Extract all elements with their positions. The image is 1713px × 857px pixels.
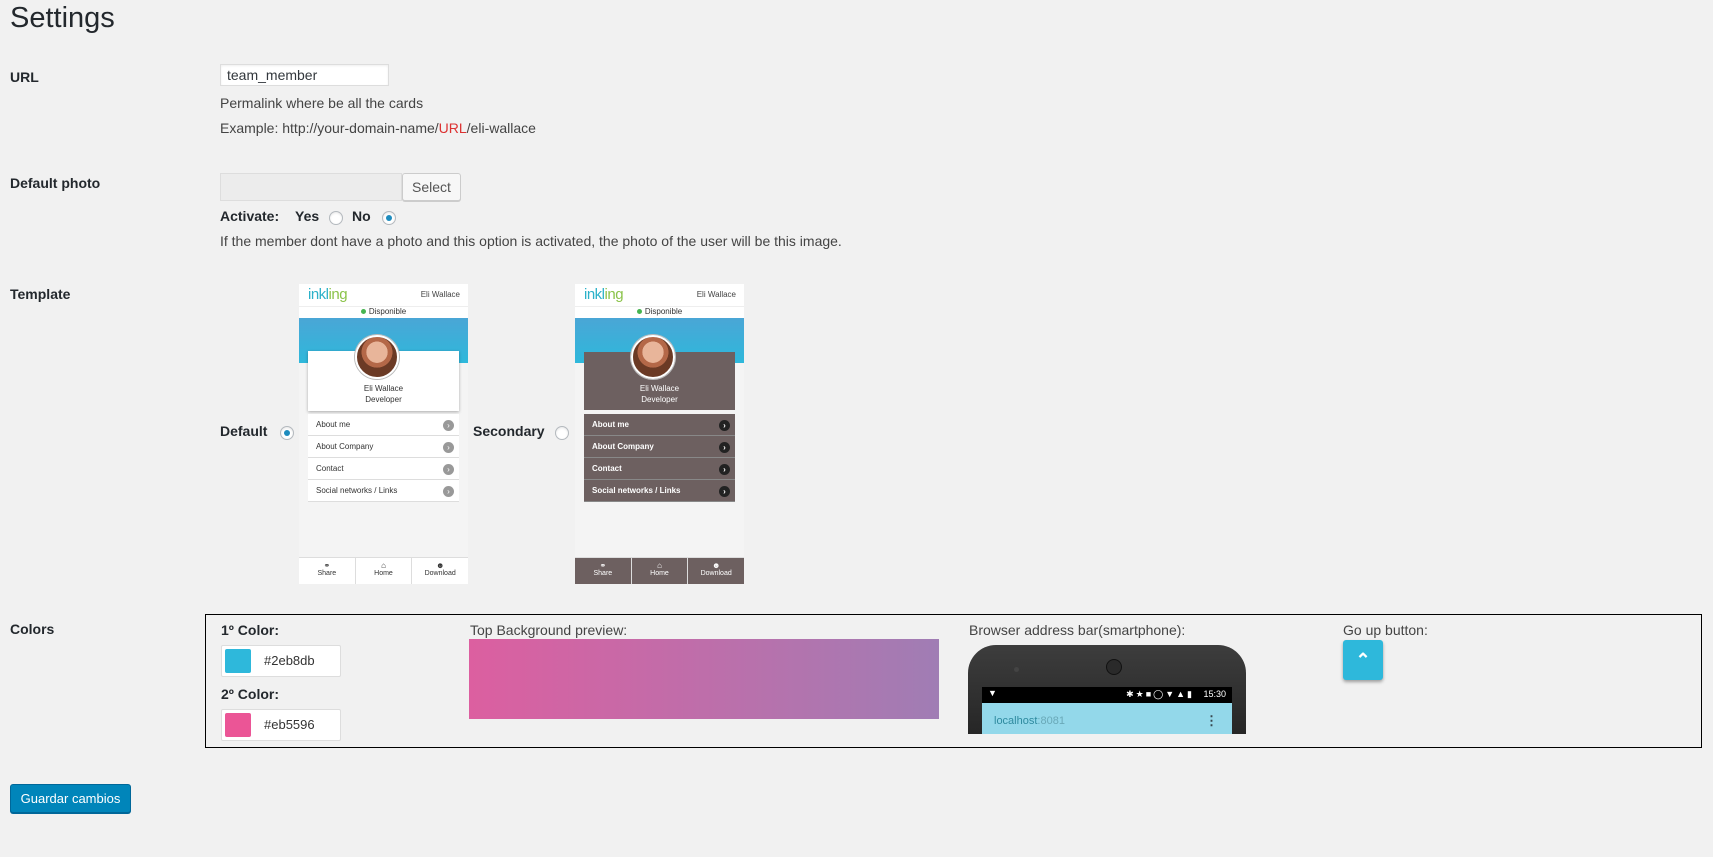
- color1-value: #2eb8db: [264, 653, 315, 668]
- template-secondary-radio[interactable]: [555, 426, 569, 440]
- user-plus-icon: ☻: [435, 561, 445, 570]
- preview-menu: About me › About Company › Contact › Social…: [584, 414, 735, 502]
- preview-header: inkling Eli Wallace: [575, 284, 744, 306]
- status-dot-icon: [636, 309, 642, 315]
- chevron-right-icon: ›: [719, 464, 730, 475]
- smartphone-preview: ▼ ✱★■◯▼▲▮ 15:30 localhost:8081 ⋮: [968, 645, 1246, 734]
- list-item: Social networks / Links ›: [584, 480, 735, 502]
- color2-swatch[interactable]: [225, 713, 251, 737]
- browser-bar-label: Browser address bar(smartphone):: [969, 622, 1186, 638]
- phone-body: ▼ ✱★■◯▼▲▮ 15:30 localhost:8081 ⋮: [968, 645, 1246, 734]
- status-time: 15:30: [1203, 689, 1226, 699]
- preview-user-name: Eli Wallace: [696, 290, 736, 299]
- color1-swatch[interactable]: [225, 649, 251, 673]
- photo-path-input[interactable]: [220, 173, 402, 201]
- avatar: [631, 335, 675, 379]
- preview-user-name: Eli Wallace: [420, 290, 460, 299]
- list-item: Social networks / Links ›: [308, 480, 459, 502]
- go-up-button[interactable]: ⌃: [1343, 640, 1383, 680]
- home-icon: ⌂: [657, 561, 662, 570]
- color1-picker[interactable]: #2eb8db: [221, 645, 341, 677]
- colors-label: Colors: [10, 621, 55, 637]
- chevron-right-icon: ›: [443, 486, 454, 497]
- template-secondary-label: Secondary: [473, 423, 545, 439]
- status-dot-icon: [360, 309, 366, 315]
- chevron-up-icon: ⌃: [1355, 650, 1371, 670]
- colors-panel: [205, 614, 1702, 748]
- preview-footer: ⚭ Share ⌂ Home ☻ Download: [575, 557, 744, 584]
- chevron-right-icon: ›: [719, 442, 730, 453]
- template-label: Template: [10, 286, 71, 302]
- list-item: About Company ›: [308, 436, 459, 458]
- template-default-preview[interactable]: inkling Eli Wallace Disponible Eli Walla…: [299, 284, 468, 584]
- preview-card-name: Eli Wallace: [363, 384, 404, 393]
- url-label: URL: [10, 69, 39, 85]
- preview-card-name: Eli Wallace: [639, 384, 680, 393]
- url-example: Example: http://your-domain-name/URL/eli…: [220, 120, 536, 136]
- list-item: About Company ›: [584, 436, 735, 458]
- go-up-label: Go up button:: [1343, 622, 1428, 638]
- avatar: [355, 335, 399, 379]
- chevron-right-icon: ›: [443, 442, 454, 453]
- sensor-icon: [1014, 667, 1019, 672]
- chevron-right-icon: ›: [719, 420, 730, 431]
- save-button[interactable]: Guardar cambios: [10, 784, 131, 813]
- chevron-right-icon: ›: [443, 464, 454, 475]
- top-bg-preview: [469, 639, 939, 719]
- activate-yes-label: Yes: [295, 208, 320, 224]
- preview-menu: About me › About Company › Contact › Social…: [308, 414, 459, 502]
- default-photo-label: Default photo: [10, 175, 101, 191]
- list-item: Contact ›: [584, 458, 735, 480]
- camera-icon: [1106, 659, 1122, 675]
- activate-no-label: No: [352, 208, 371, 224]
- address-bar: localhost:8081 ⋮: [982, 703, 1232, 734]
- list-item: About me ›: [308, 414, 459, 436]
- list-item: Contact ›: [308, 458, 459, 480]
- chevron-right-icon: ›: [719, 486, 730, 497]
- inkling-logo: inkling: [584, 286, 624, 303]
- activate-label: Activate:: [220, 208, 280, 224]
- page-title: Settings: [10, 2, 115, 34]
- preview-card-role: Developer: [641, 395, 678, 404]
- url-help: Permalink where be all the cards: [220, 95, 424, 111]
- url-input[interactable]: [220, 64, 389, 86]
- chevron-right-icon: ›: [443, 420, 454, 431]
- list-item: About me ›: [584, 414, 735, 436]
- notification-icon: ▼: [988, 688, 997, 698]
- activate-yes-radio[interactable]: [329, 211, 343, 225]
- status-bar: ▼ ✱★■◯▼▲▮ 15:30: [982, 687, 1232, 701]
- activate-no-radio[interactable]: [382, 211, 396, 225]
- color2-label: 2º Color:: [221, 686, 280, 702]
- preview-header: inkling Eli Wallace: [299, 284, 468, 306]
- phone-screen: ▼ ✱★■◯▼▲▮ 15:30 localhost:8081 ⋮: [982, 687, 1232, 734]
- color2-value: #eb5596: [264, 717, 315, 732]
- url-example-highlight: URL: [438, 120, 467, 136]
- color1-label: 1º Color:: [221, 622, 280, 638]
- preview-card-role: Developer: [365, 395, 402, 404]
- template-default-label: Default: [220, 423, 268, 439]
- status-icons: ✱★■◯▼▲▮: [1126, 689, 1194, 699]
- user-plus-icon: ☻: [711, 561, 721, 570]
- share-icon: ⚭: [323, 561, 331, 570]
- share-icon: ⚭: [599, 561, 607, 570]
- preview-footer: ⚭ Share ⌂ Home ☻ Download: [299, 557, 468, 584]
- select-photo-button[interactable]: Select: [402, 173, 461, 201]
- inkling-logo: inkling: [308, 286, 348, 303]
- address-host: localhost:8081: [994, 715, 1065, 727]
- more-vert-icon: ⋮: [1205, 713, 1218, 728]
- photo-help: If the member dont have a photo and this…: [220, 233, 842, 249]
- template-secondary-preview[interactable]: inkling Eli Wallace Disponible Eli Walla…: [575, 284, 744, 584]
- top-bg-preview-label: Top Background preview:: [470, 622, 628, 638]
- template-default-radio[interactable]: [280, 426, 294, 440]
- home-icon: ⌂: [381, 561, 386, 570]
- color2-picker[interactable]: #eb5596: [221, 709, 341, 741]
